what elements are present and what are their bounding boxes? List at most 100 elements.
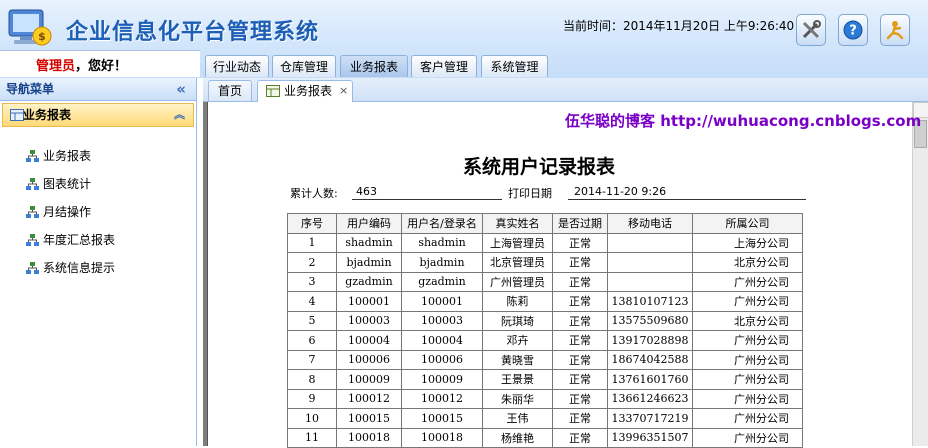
cell-seq: 4 xyxy=(287,291,337,312)
user-role: 管理员 xyxy=(36,59,76,74)
cell-company: 广州分公司 xyxy=(692,388,803,409)
main-tab-warehouse[interactable]: 仓库管理 xyxy=(272,55,336,77)
cell-user-code: gzadmin xyxy=(336,271,402,292)
table-row: 11 100018 100018 杨维艳 正常 13996351507 广州分公司 xyxy=(287,427,803,448)
content-tab-reports[interactable]: 业务报表 × xyxy=(257,80,353,102)
cell-expired: 正常 xyxy=(552,349,608,370)
cell-user-code: 100009 xyxy=(336,369,402,390)
cell-login-name: 100015 xyxy=(401,408,483,429)
table-row: 9 100012 100012 朱丽华 正常 13661246623 广州分公司 xyxy=(287,388,803,409)
cell-company: 广州分公司 xyxy=(692,369,803,390)
table-row: 4 100001 100001 陈莉 正常 13810107123 广州分公司 xyxy=(287,291,803,312)
cell-mobile xyxy=(607,252,693,273)
cell-expired: 正常 xyxy=(552,369,608,390)
nav-section-reports[interactable]: 业务报表 ︽ xyxy=(2,103,194,127)
table-row: 7 100006 100006 黄晓雪 正常 18674042588 广州分公司 xyxy=(287,349,803,370)
cell-mobile xyxy=(607,271,693,292)
cell-user-code: 100018 xyxy=(336,427,402,448)
table-row: 1 shadmin shadmin 上海管理员 正常 上海分公司 xyxy=(287,232,803,253)
close-tab-icon[interactable]: × xyxy=(339,81,348,101)
nav-item-label: 系统信息提示 xyxy=(43,261,116,275)
col-header-mobile: 移动电话 xyxy=(607,213,693,234)
cell-seq: 2 xyxy=(287,252,337,273)
nav-panel: 导航菜单 « 业务报表 ︽ 业务报表 图表统计 月结操作 年度汇总报表 系统信息… xyxy=(0,78,197,446)
cell-seq: 6 xyxy=(287,330,337,351)
svg-text:$: $ xyxy=(38,30,46,43)
tools-button[interactable] xyxy=(796,14,826,46)
cell-seq: 11 xyxy=(287,427,337,448)
main-tab-system[interactable]: 系统管理 xyxy=(481,55,548,77)
cell-company: 北京分公司 xyxy=(692,310,803,331)
app-header: $ 企业信息化平台管理系统 当前时间：2014年11月20日 上午9:26:40… xyxy=(0,0,928,78)
cell-expired: 正常 xyxy=(552,232,608,253)
cell-expired: 正常 xyxy=(552,427,608,448)
cell-company: 广州分公司 xyxy=(692,408,803,429)
cell-expired: 正常 xyxy=(552,310,608,331)
cell-seq: 10 xyxy=(287,408,337,429)
cell-mobile: 13575509680 xyxy=(607,310,693,331)
tree-node-icon xyxy=(26,262,39,274)
cell-login-name: 100009 xyxy=(401,369,483,390)
exit-button[interactable] xyxy=(880,14,910,46)
vertical-scrollbar[interactable] xyxy=(912,102,928,446)
cell-company: 广州分公司 xyxy=(692,291,803,312)
cell-login-name: 100006 xyxy=(401,349,483,370)
current-time: 当前时间：2014年11月20日 上午9:26:40 xyxy=(563,19,795,33)
content-tab-home[interactable]: 首页 xyxy=(208,80,252,101)
table-row: 2 bjadmin bjadmin 北京管理员 正常 北京分公司 xyxy=(287,252,803,273)
print-date-value: 2014-11-20 9:26 xyxy=(574,185,667,198)
cell-expired: 正常 xyxy=(552,252,608,273)
cell-company: 广州分公司 xyxy=(692,427,803,448)
app-title: 企业信息化平台管理系统 xyxy=(66,20,320,45)
cell-login-name: 100003 xyxy=(401,310,483,331)
cell-user-code: 100006 xyxy=(336,349,402,370)
tree-node-icon xyxy=(26,234,39,246)
collapse-nav-icon[interactable]: « xyxy=(176,78,186,100)
cell-expired: 正常 xyxy=(552,271,608,292)
table-row: 5 100003 100003 阮琪琦 正常 13575509680 北京分公司 xyxy=(287,310,803,331)
report-tab-icon xyxy=(266,85,280,97)
cell-company: 上海分公司 xyxy=(692,232,803,253)
tools-icon xyxy=(802,20,821,39)
cell-seq: 9 xyxy=(287,388,337,409)
cell-real-name: 阮琪琦 xyxy=(482,310,553,331)
cell-login-name: bjadmin xyxy=(401,252,483,273)
cell-seq: 7 xyxy=(287,349,337,370)
exit-icon xyxy=(886,21,904,40)
collapse-section-icon[interactable]: ︽ xyxy=(174,104,185,126)
table-header-row: 序号 用户编码 用户名/登录名 真实姓名 是否过期 移动电话 所属公司 xyxy=(287,213,803,234)
print-date-label: 打印日期 xyxy=(508,187,552,200)
cell-seq: 1 xyxy=(287,232,337,253)
cell-seq: 8 xyxy=(287,369,337,390)
cell-real-name: 广州管理员 xyxy=(482,271,553,292)
table-row: 6 100004 100004 邓卉 正常 13917028898 广州分公司 xyxy=(287,330,803,351)
main-tab-reports[interactable]: 业务报表 xyxy=(340,55,408,77)
cell-mobile: 18674042588 xyxy=(607,349,693,370)
help-button[interactable]: ? xyxy=(838,14,868,46)
cell-mobile: 13996351507 xyxy=(607,427,693,448)
greeting-text: ，您好！ xyxy=(75,59,128,74)
nav-item-label: 图表统计 xyxy=(43,177,92,191)
cell-real-name: 邓卉 xyxy=(482,330,553,351)
cell-user-code: 100003 xyxy=(336,310,402,331)
nav-title: 导航菜单 xyxy=(6,82,55,96)
cell-expired: 正常 xyxy=(552,388,608,409)
cell-real-name: 北京管理员 xyxy=(482,252,553,273)
cell-login-name: 100018 xyxy=(401,427,483,448)
col-header-real-name: 真实姓名 xyxy=(482,213,553,234)
tree-node-icon xyxy=(26,150,39,162)
cell-mobile: 13761601760 xyxy=(607,369,693,390)
cell-real-name: 王景景 xyxy=(482,369,553,390)
cell-company: 广州分公司 xyxy=(692,271,803,292)
cell-company: 北京分公司 xyxy=(692,252,803,273)
cell-company: 广州分公司 xyxy=(692,330,803,351)
main-tab-customers[interactable]: 客户管理 xyxy=(411,55,477,77)
main-tab-industry[interactable]: 行业动态 xyxy=(205,55,269,77)
col-header-company: 所属公司 xyxy=(692,213,803,234)
cell-expired: 正常 xyxy=(552,291,608,312)
col-header-user-code: 用户编码 xyxy=(336,213,402,234)
cell-real-name: 杨维艳 xyxy=(482,427,553,448)
table-row: 3 gzadmin gzadmin 广州管理员 正常 广州分公司 xyxy=(287,271,803,292)
help-icon: ? xyxy=(843,20,863,40)
blog-watermark: 伍华聪的博客 http://wuhuacong.cnblogs.com xyxy=(565,112,922,130)
